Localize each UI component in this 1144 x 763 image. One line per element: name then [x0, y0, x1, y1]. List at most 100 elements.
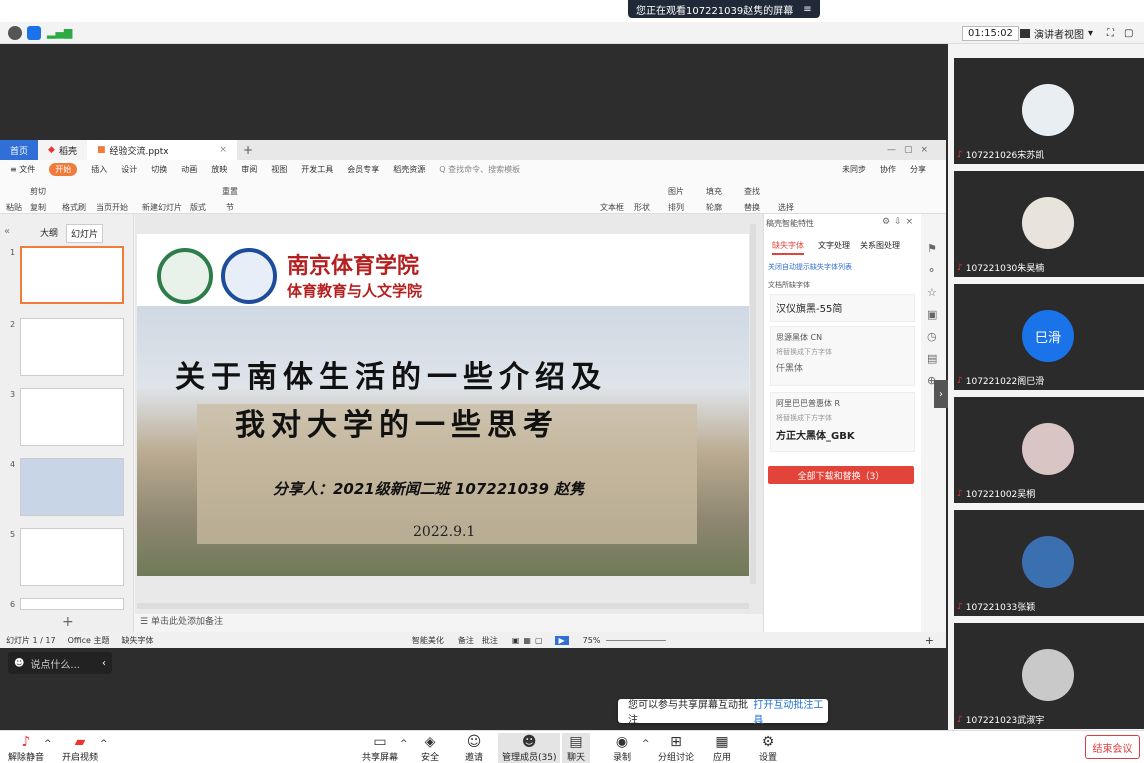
chat-input[interactable]: ☻ 说点什么... ‹ [8, 652, 112, 674]
fill-button[interactable]: 填充 [706, 186, 722, 197]
cut-button[interactable]: 剪切 [30, 186, 46, 197]
outline-button[interactable]: 轮廓 [706, 202, 722, 213]
shield-icon[interactable] [27, 26, 41, 40]
menu-start[interactable]: 开始 [49, 162, 78, 176]
notes-field[interactable]: ☰ 单击此处添加备注 [140, 614, 223, 627]
tab-docer[interactable]: ◆ 稻壳 [38, 140, 87, 160]
tab-missing-fonts[interactable]: 缺失字体 [772, 240, 804, 255]
emoji-icon[interactable]: ☻ [14, 658, 24, 669]
zoom-in-icon[interactable]: + [925, 634, 934, 647]
start-video-button[interactable]: ▰ 开启视频 [62, 733, 98, 763]
zoom-level[interactable]: 75% [583, 636, 601, 645]
record-button[interactable]: ◉ 录制 [612, 733, 632, 763]
command-search[interactable]: Q 查找命令、搜索模板 [439, 164, 520, 175]
menu-design[interactable]: 设计 [121, 164, 137, 175]
security-button[interactable]: ◈ 安全 [420, 733, 440, 763]
end-meeting-button[interactable]: 结束会议 [1085, 735, 1140, 759]
font-card-3[interactable]: 阿里巴巴普惠体 R 将替换成下方字体 方正大黑体_GBK [770, 392, 915, 452]
participant-tile[interactable]: ♪ 107221026宋苏凯 [954, 58, 1144, 164]
textbox-button[interactable]: 文本框 [600, 202, 624, 213]
participant-tile[interactable]: ♪ 107221030朱昊楠 [954, 171, 1144, 277]
reset-button[interactable]: 重置 [222, 186, 238, 197]
tab-outline[interactable]: 大纲 [40, 226, 58, 239]
settings-button[interactable]: ⚙ 设置 [758, 733, 778, 763]
paste-button[interactable]: 粘贴 [6, 202, 22, 213]
collab-button[interactable]: 协作 [880, 164, 896, 175]
breakout-button[interactable]: ⊞ 分组讨论 [658, 733, 694, 763]
download-replace-button[interactable]: 全部下载和替换（3） [768, 466, 914, 484]
section-button[interactable]: 节 [226, 202, 234, 213]
open-annotation-link[interactable]: 打开互动批注工具 [753, 696, 828, 726]
participant-tile[interactable]: 巳滑 ♪ 107221022阁巳滑 [954, 284, 1144, 390]
participant-tile[interactable]: ♪ 107221033张颖 [954, 510, 1144, 616]
signal-icon[interactable]: ▂▄▆ [47, 26, 72, 39]
menu-member[interactable]: 会员专享 [347, 164, 379, 175]
slide-thumbnail-5[interactable] [20, 528, 124, 586]
view-mode-icons[interactable]: ▣▦▢ [512, 636, 547, 645]
info-icon[interactable] [8, 26, 22, 40]
vertical-scrollbar[interactable] [750, 224, 756, 584]
play-from-current[interactable]: 当页开始 [96, 202, 128, 213]
slide-thumbnail-2[interactable] [20, 318, 124, 376]
viewing-banner[interactable]: 您正在观看107221039赵隽的屏幕 ≡ [628, 0, 820, 18]
menu-review[interactable]: 审阅 [241, 164, 257, 175]
tab-home[interactable]: 首页 [0, 140, 39, 160]
slide-thumbnail-3[interactable] [20, 388, 124, 446]
menu-docer-res[interactable]: 稻壳资源 [393, 164, 425, 175]
select-button[interactable]: 选择 [778, 202, 794, 213]
shape-button[interactable]: 形状 [634, 202, 650, 213]
tab-document[interactable]: ■ 经验交流.pptx × [86, 140, 237, 160]
add-slide-icon[interactable]: + [62, 614, 74, 630]
arrange-button[interactable]: 排列 [668, 202, 684, 213]
participant-tile[interactable]: ♪ 107221002吴桐 [954, 397, 1144, 503]
tab-diagram-processing[interactable]: 关系图处理 [860, 240, 900, 251]
chevron-up-icon[interactable]: ^ [100, 739, 108, 749]
comments-toggle[interactable]: 批注 [482, 635, 498, 646]
apps-button[interactable]: ▦ 应用 [712, 733, 732, 763]
font-card-2[interactable]: 思源黑体 CN 将替换成下方字体 仟黑体 [770, 326, 915, 386]
panel-expand-arrow[interactable]: › [934, 380, 948, 408]
chevron-up-icon[interactable]: ^ [642, 739, 650, 749]
smart-beautify[interactable]: 智能美化 [412, 635, 444, 646]
fullscreen-icon[interactable]: ⛶ [1107, 28, 1114, 39]
slide-thumbnail-1[interactable] [20, 246, 124, 304]
menu-insert[interactable]: 插入 [91, 164, 107, 175]
participant-tile[interactable]: ♪ 107221023武淑宇 [954, 623, 1144, 729]
menu-animation[interactable]: 动画 [181, 164, 197, 175]
collapse-icon[interactable]: « [4, 226, 10, 237]
new-tab-icon[interactable]: + [243, 143, 253, 157]
notes-toggle[interactable]: 备注 [458, 635, 474, 646]
menu-developer[interactable]: 开发工具 [301, 164, 333, 175]
tab-slides[interactable]: 幻灯片 [66, 224, 104, 243]
chat-collapse-icon[interactable]: ‹ [102, 658, 106, 669]
manage-members-button[interactable]: ☻ 管理成员(35) [498, 733, 561, 763]
slide-thumbnail-6[interactable] [20, 598, 124, 610]
picture-button[interactable]: 图片 [668, 186, 684, 197]
panel-controls[interactable]: ⚙⇩× [882, 217, 917, 227]
sync-status[interactable]: 未同步 [842, 164, 866, 175]
share-button[interactable]: 分享 [910, 164, 926, 175]
chevron-up-icon[interactable]: ^ [44, 739, 52, 749]
find-button[interactable]: 查找 [744, 186, 760, 197]
close-icon[interactable]: × [219, 145, 227, 155]
chevron-up-icon[interactable]: ^ [400, 739, 408, 749]
zoom-slider[interactable] [606, 639, 667, 641]
menu-view[interactable]: 视图 [271, 164, 287, 175]
chat-button[interactable]: ▤ 聊天 [562, 733, 590, 763]
banner-menu-icon[interactable]: ≡ [803, 4, 811, 15]
play-icon[interactable]: ▶ [554, 635, 569, 645]
menu-transition[interactable]: 切换 [151, 164, 167, 175]
share-screen-button[interactable]: ▭ 共享屏幕 [362, 733, 398, 763]
invite-button[interactable]: ☺ 邀请 [464, 733, 484, 763]
font-card-1[interactable]: 汉仪旗黑-55简 [770, 294, 915, 322]
copy-button[interactable]: 复制 [30, 202, 46, 213]
horizontal-scrollbar[interactable] [137, 603, 749, 609]
close-font-prompt-link[interactable]: 关闭自动提示缺失字体列表 [768, 262, 852, 272]
layout-button[interactable]: 版式 [190, 202, 206, 213]
slide-canvas[interactable]: 南京体育学院 体育教育与人文学院 关于南体生活的一些介绍及 我对大学的一些思考 … [137, 234, 749, 576]
window-controls[interactable]: —▢× [887, 145, 936, 155]
menu-file[interactable]: ≡ 文件 [10, 164, 35, 175]
new-slide-button[interactable]: 新建幻灯片 [142, 202, 182, 213]
slide-thumbnail-4[interactable] [20, 458, 124, 516]
replace-button[interactable]: 替换 [744, 202, 760, 213]
